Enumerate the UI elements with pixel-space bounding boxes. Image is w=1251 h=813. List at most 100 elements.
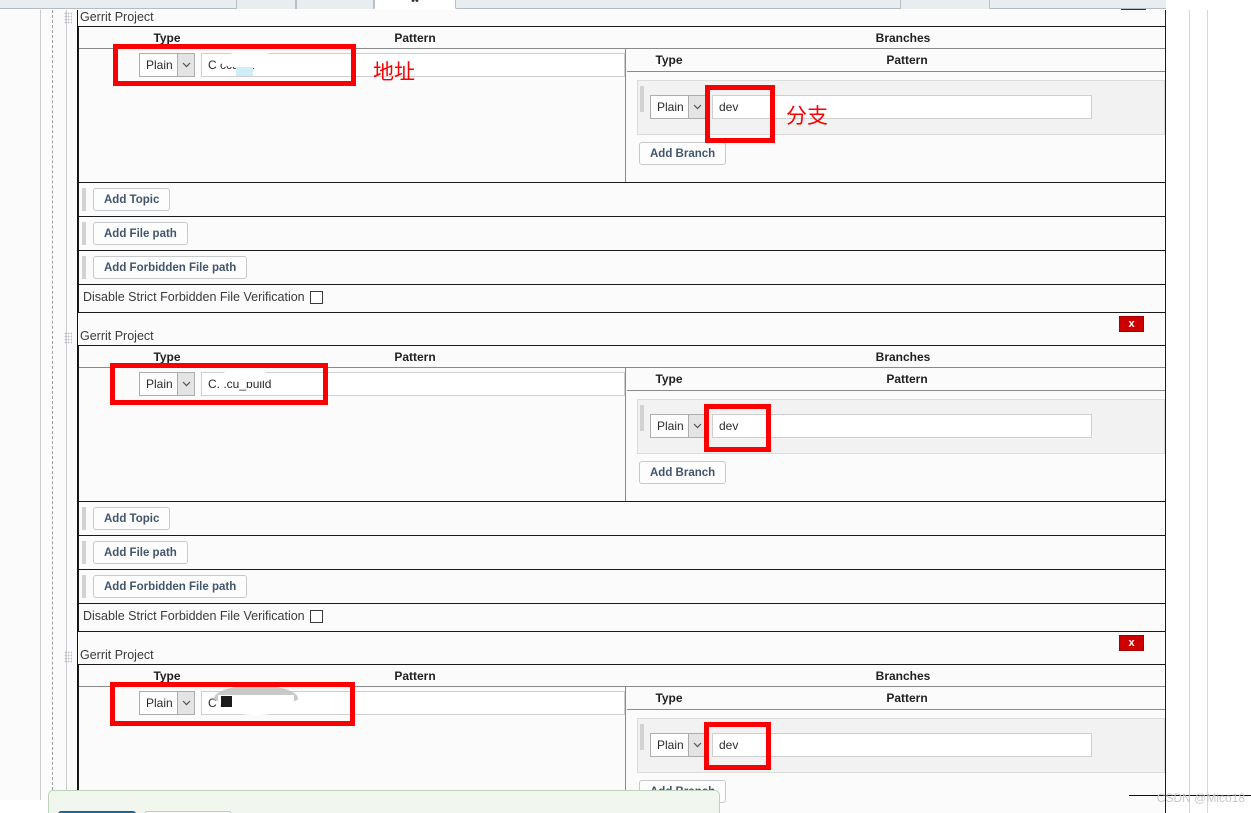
col-divider-1 [625, 49, 626, 182]
add-forbidden-file-path-button-1[interactable]: Add Forbidden File path [93, 256, 248, 279]
branch-column-headers-3: Type Pattern [627, 687, 1165, 710]
tab-3-active[interactable]: •• [374, 0, 456, 9]
branch-type-select-2-1[interactable]: Plain [650, 414, 706, 438]
disable-strict-checkbox-1[interactable] [309, 290, 323, 304]
pattern-value-input-2[interactable]: C. .cu_build [201, 372, 625, 396]
layout-guide-left [40, 10, 41, 800]
drag-handle-icon-2[interactable] [64, 332, 72, 344]
branch-col-type-1: Type [655, 53, 683, 67]
branch-type-value-1-1: Plain [657, 100, 684, 114]
add-file-path-button-2[interactable]: Add File path [93, 541, 188, 564]
branch-type-select-3-1[interactable]: Plain [650, 733, 706, 757]
branch-chevron-down-icon-1-1[interactable] [688, 96, 705, 118]
col-type-3: Type [153, 669, 181, 683]
tab-bar: •• [0, 0, 1166, 9]
branch-row-2-1: Plain dev [637, 399, 1165, 454]
add-branch-button-1[interactable]: Add Branch [639, 142, 727, 165]
branch-col-pattern-3: Pattern [886, 691, 928, 705]
branch-chevron-down-icon-2-1[interactable] [688, 415, 705, 437]
col-type-1: Type [153, 31, 181, 45]
pattern-row-3: Plain C mains [81, 686, 625, 723]
tab-3-label: •• [411, 0, 419, 7]
branch-col-type-3: Type [655, 691, 683, 705]
gutter-line-1 [1189, 10, 1190, 813]
col-branches-1: Branches [875, 31, 931, 45]
disable-strict-label-1: Disable Strict Forbidden File Verificati… [83, 290, 305, 304]
project-body-2: Plain C. .cu_build Type Pattern Plain de… [79, 368, 1206, 501]
branch-type-value-2-1: Plain [657, 419, 684, 433]
topic-drag-handle-1[interactable] [82, 188, 86, 211]
branch-column-headers-2: Type Pattern [627, 368, 1165, 391]
right-gutter [1167, 10, 1251, 813]
pattern-type-value-2: Plain [146, 377, 173, 391]
branch-col-pattern-1: Pattern [886, 53, 928, 67]
branch-drag-handle-2-1[interactable] [640, 405, 644, 431]
disable-strict-row-1: Disable Strict Forbidden File Verificati… [79, 285, 1165, 309]
tab-2[interactable] [296, 0, 374, 9]
add-branch-button-2[interactable]: Add Branch [639, 461, 727, 484]
pattern-value-input-3[interactable]: C mains [201, 691, 625, 715]
branch-type-value-3-1: Plain [657, 738, 684, 752]
branch-column-headers-1: Type Pattern [627, 49, 1165, 72]
pattern-type-select-1[interactable]: Plain [139, 53, 195, 77]
drag-handle-icon-1[interactable] [64, 12, 72, 24]
add-topic-row-1: Add Topic [79, 183, 1165, 217]
add-file-path-row-1: Add File path [79, 217, 1165, 251]
branch-row-1-1: Plain dev [637, 80, 1165, 135]
form-action-panel [48, 790, 720, 813]
branch-value-input-3-1[interactable]: dev [712, 733, 1092, 757]
file-path-drag-handle-1[interactable] [82, 222, 86, 245]
add-topic-row-2: Add Topic [79, 502, 1165, 536]
drag-handle-icon-3[interactable] [64, 651, 72, 663]
column-headers-3: Type Pattern Branches [79, 665, 1165, 687]
tab-1[interactable] [236, 0, 296, 9]
disable-strict-label-2: Disable Strict Forbidden File Verificati… [83, 609, 305, 623]
add-forbidden-file-path-button-2[interactable]: Add Forbidden File path [93, 575, 248, 598]
project-body-1: Plain C ccu_al Type Pattern Plain dev Ad… [79, 49, 1206, 182]
col-type-2: Type [153, 350, 181, 364]
disable-strict-checkbox-2[interactable] [309, 609, 323, 623]
pattern-type-value-1: Plain [146, 58, 173, 72]
branch-drag-handle-3-1[interactable] [640, 724, 644, 750]
add-topic-button-2[interactable]: Add Topic [93, 507, 171, 530]
branch-value-input-2-1[interactable]: dev [712, 414, 1092, 438]
file-path-drag-handle-2[interactable] [82, 541, 86, 564]
tab-4[interactable] [900, 0, 990, 9]
add-forbidden-file-path-row-2: Add Forbidden File path [79, 570, 1165, 604]
gutter-line-2 [1207, 10, 1208, 813]
watermark: CSDN @Mico18 [1156, 791, 1245, 805]
chevron-down-icon-2[interactable] [177, 373, 194, 395]
pattern-type-select-2[interactable]: Plain [139, 372, 195, 396]
pattern-row-2: Plain C. .cu_build [81, 368, 625, 404]
disable-strict-row-2: Disable Strict Forbidden File Verificati… [79, 604, 1165, 628]
layout-guide-dashed [52, 10, 53, 800]
delete-project-button-2[interactable]: x [1119, 316, 1144, 332]
forbidden-drag-handle-1[interactable] [82, 256, 86, 279]
col-pattern-1: Pattern [394, 31, 436, 45]
chevron-down-icon-1[interactable] [177, 54, 194, 76]
col-divider-2 [625, 368, 626, 501]
pattern-type-select-3[interactable]: Plain [139, 691, 195, 715]
column-headers-1: Type Pattern Branches [79, 27, 1165, 49]
forbidden-drag-handle-2[interactable] [82, 575, 86, 598]
add-forbidden-file-path-row-1: Add Forbidden File path [79, 251, 1165, 285]
branch-value-input-1-1[interactable]: dev [712, 95, 1092, 119]
add-topic-button-1[interactable]: Add Topic [93, 188, 171, 211]
project-title-2: Gerrit Project [80, 329, 154, 343]
add-file-path-button-1[interactable]: Add File path [93, 222, 188, 245]
branch-drag-handle-1-1[interactable] [640, 86, 644, 112]
col-pattern-2: Pattern [394, 350, 436, 364]
branches-subtable-1: Type Pattern Plain dev Add Branch [627, 49, 1206, 182]
delete-project-button-3[interactable]: x [1119, 635, 1144, 651]
project-frame-1: Type Pattern Branches Plain C ccu_al Typ… [78, 26, 1206, 313]
col-pattern-3: Pattern [394, 669, 436, 683]
branch-col-type-2: Type [655, 372, 683, 386]
branch-chevron-down-icon-3-1[interactable] [688, 734, 705, 756]
chevron-down-icon-3[interactable] [177, 692, 194, 714]
branch-type-select-1-1[interactable]: Plain [650, 95, 706, 119]
topic-drag-handle-2[interactable] [82, 507, 86, 530]
pattern-type-value-3: Plain [146, 696, 173, 710]
branch-col-pattern-2: Pattern [886, 372, 928, 386]
screenshot-root: •• Gerrit Project Type Pattern Branches … [0, 0, 1251, 813]
pattern-value-input-1[interactable]: C ccu_al [201, 53, 625, 77]
